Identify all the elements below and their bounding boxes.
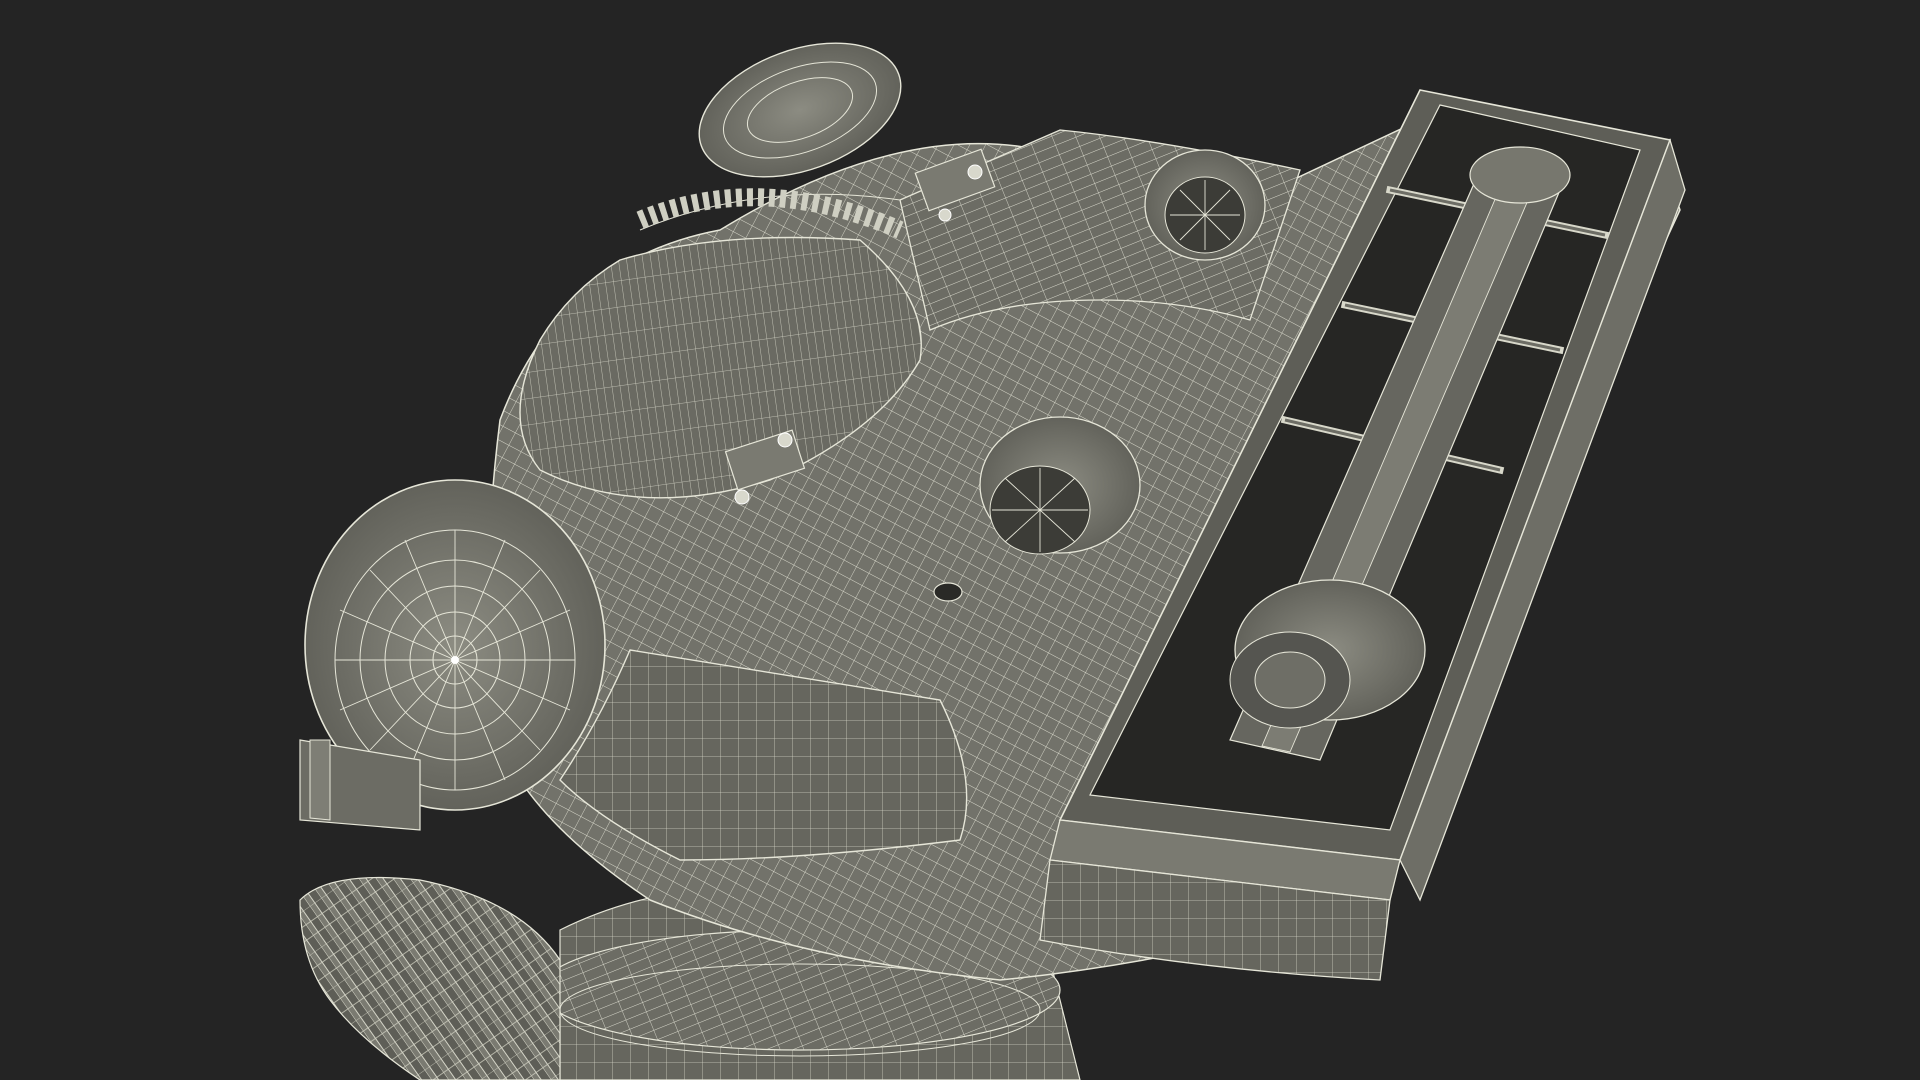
- small-wheel-upper: [1144, 149, 1266, 261]
- render-viewport: [0, 0, 1920, 1080]
- wireframe-model: [299, 42, 1686, 1080]
- hose: [299, 876, 561, 1080]
- screw-hole: [933, 582, 963, 602]
- small-wheel-lower: [979, 416, 1141, 555]
